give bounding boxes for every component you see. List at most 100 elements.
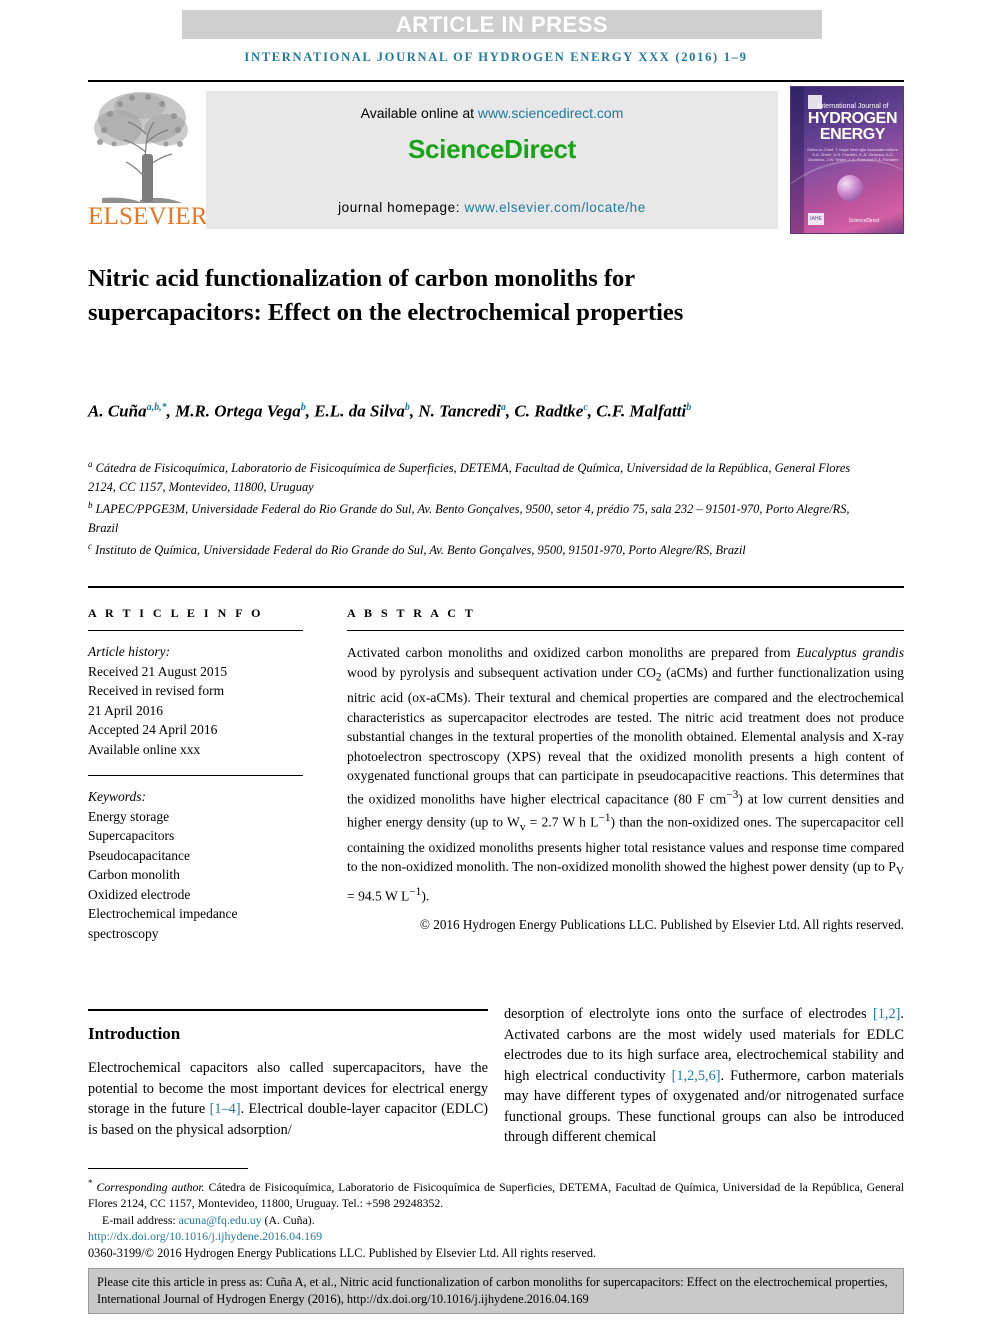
- keyword-item: Carbon monolith: [88, 867, 180, 882]
- abstract-superscript: −1: [598, 812, 611, 824]
- abstract-part: = 2.7 W h L: [525, 814, 599, 830]
- author-affiliation-marks: a: [500, 402, 506, 413]
- author-affiliation-marks: c: [583, 402, 588, 413]
- affiliation-text: Instituto de Química, Universidade Feder…: [95, 543, 746, 558]
- article-title: Nitric acid functionalization of carbon …: [88, 265, 684, 326]
- corresponding-author-label: Corresponding author.: [96, 1179, 205, 1194]
- author-list: A. Cuñaa,b,*, M.R. Ortega Vegab, E.L. da…: [88, 401, 692, 421]
- author-name: N. Tancredi: [418, 401, 501, 421]
- introduction-left-column: Introduction Electrochemical capacitors …: [88, 1016, 488, 1140]
- cover-editors: Editor-in-Chief: T. Nejat Veziroğlu Asso…: [807, 147, 899, 162]
- keyword-item: Energy storage: [88, 808, 170, 824]
- elsevier-tree-icon: [90, 88, 190, 204]
- email-label: E-mail address:: [102, 1212, 179, 1227]
- abstract-part: ).: [421, 888, 430, 904]
- introduction-paragraph-left: Electrochemical capacitors also called s…: [88, 1058, 488, 1140]
- issn-copyright-line: 0360-3199/© 2016 Hydrogen Energy Publica…: [88, 1245, 597, 1260]
- author-affiliation-marks: b: [686, 402, 692, 413]
- cover-sphere-graphic: [837, 175, 863, 201]
- abstract-column: A B S T R A C T Activated carbon monolit…: [347, 606, 904, 934]
- article-history-label: Article history:: [88, 644, 171, 659]
- abstract-superscript: −3: [726, 788, 739, 801]
- available-online-line: Available online at www.sciencedirect.co…: [206, 105, 778, 121]
- abstract-rule: [347, 630, 904, 631]
- intro-text: desorption of electrolyte ions onto the …: [504, 1006, 874, 1022]
- history-item: Received 21 August 2015: [88, 663, 228, 679]
- affiliation-text: Cátedra de Fisicoquímica, Laboratorio de…: [88, 461, 851, 494]
- cover-sciencedirect-label: ScienceDirect: [848, 218, 880, 224]
- introduction-top-rule: [88, 1009, 488, 1011]
- abstract-part: = 94.5 W L: [347, 888, 410, 904]
- elsevier-wordmark: ELSEVIER: [88, 203, 208, 230]
- keyword-item: Pseudocapacitance: [88, 847, 190, 863]
- abstract-superscript: −1: [409, 885, 422, 898]
- introduction-right-column: desorption of electrolyte ions onto the …: [504, 1004, 904, 1148]
- article-info-heading: A R T I C L E I N F O: [88, 606, 264, 620]
- affiliation-item: c Instituto de Química, Universidade Fed…: [88, 537, 878, 560]
- sciencedirect-box: Available online at www.sciencedirect.co…: [206, 91, 778, 229]
- footnote-block: * Corresponding author. Cátedra de Fisic…: [88, 1175, 904, 1261]
- abstract-species-name: Eucalyptus grandis: [796, 645, 904, 660]
- cite-this-article-text: Please cite this article in press as: Cu…: [97, 1275, 888, 1306]
- email-link[interactable]: acuna@fq.edu.uy: [179, 1213, 262, 1227]
- sciencedirect-wordmark: ScienceDirect: [407, 134, 577, 164]
- history-item: 21 April 2016: [88, 702, 164, 718]
- journal-homepage-prefix: journal homepage:: [338, 200, 465, 215]
- author-name: E.L. da Silva: [314, 401, 405, 421]
- author-affiliation-marks: a,b,*: [146, 402, 167, 413]
- corresponding-author-star: *: [88, 1178, 93, 1188]
- journal-homepage-link[interactable]: www.elsevier.com/locate/he: [464, 200, 645, 215]
- keyword-item: Electrochemical impedance: [88, 906, 238, 921]
- citation-link[interactable]: [1,2]: [873, 1006, 900, 1022]
- keywords-rule: [88, 775, 303, 776]
- available-online-prefix: Available online at: [360, 105, 478, 121]
- citation-link[interactable]: [1,2,5,6]: [672, 1068, 721, 1084]
- cover-imprint-badge: IAHE: [808, 213, 824, 225]
- affiliation-item: b LAPEC/PPGE3M, Universidade Federal do …: [88, 496, 878, 537]
- abstract-part: (aCMs) and further functionalization usi…: [347, 664, 904, 807]
- email-note: E-mail address: acuna@fq.edu.uy (A. Cuña…: [88, 1212, 904, 1229]
- affiliation-item: a Cátedra de Fisicoquímica, Laboratorio …: [88, 455, 878, 496]
- abstract-heading: A B S T R A C T: [347, 606, 476, 620]
- abstract-copyright: © 2016 Hydrogen Energy Publications LLC.…: [419, 916, 904, 932]
- journal-masthead: ELSEVIER Available online at www.science…: [88, 86, 904, 234]
- abstract-subscript: V: [895, 866, 904, 879]
- journal-running-head: INTERNATIONAL JOURNAL OF HYDROGEN ENERGY…: [244, 50, 748, 64]
- citation-link[interactable]: [1–4]: [210, 1101, 241, 1117]
- footnote-rule: [88, 1168, 248, 1169]
- author-affiliation-marks: b: [300, 402, 306, 413]
- article-in-press-banner: ARTICLE IN PRESS: [182, 10, 822, 39]
- corresponding-author-note: * Corresponding author. Cátedra de Fisic…: [88, 1175, 904, 1212]
- author-name: M.R. Ortega Vega: [175, 401, 301, 421]
- author-affiliation-marks: b: [404, 402, 410, 413]
- masthead-top-rule: [88, 80, 904, 82]
- doi-line: http://dx.doi.org/10.1016/j.ijhydene.201…: [88, 1228, 904, 1245]
- corresponding-author-address: Cátedra de Fisicoquímica, Laboratorio de…: [88, 1179, 904, 1211]
- abstract-part: Activated carbon monoliths and oxidized …: [347, 645, 797, 660]
- article-info-column: A R T I C L E I N F O Article history: R…: [88, 606, 303, 943]
- keyword-item: Oxidized electrode: [88, 886, 191, 902]
- info-block-top-rule: [88, 586, 904, 588]
- history-item: Received in revised form: [88, 683, 225, 698]
- keyword-item: spectroscopy: [88, 925, 159, 941]
- abstract-part: wood by pyrolysis and subsequent activat…: [347, 664, 656, 680]
- article-first-page: ARTICLE IN PRESS INTERNATIONAL JOURNAL O…: [0, 0, 992, 1323]
- keywords-label: Keywords:: [88, 789, 146, 804]
- history-item: Accepted 24 April 2016: [88, 722, 218, 737]
- article-in-press-label: ARTICLE IN PRESS: [395, 11, 609, 37]
- sciencedirect-url-link[interactable]: www.sciencedirect.com: [478, 105, 624, 121]
- affiliation-marker: b: [88, 500, 93, 511]
- author-name: A. Cuña: [88, 401, 147, 421]
- author-name: C.F. Malfatti: [596, 401, 687, 421]
- introduction-heading: Introduction: [88, 1024, 181, 1043]
- keyword-item: Supercapacitors: [88, 828, 175, 843]
- cover-title-line1: International Journal of: [817, 103, 889, 110]
- keywords-block: Keywords: Energy storage Supercapacitors…: [88, 787, 303, 943]
- introduction-paragraph-right: desorption of electrolyte ions onto the …: [504, 1004, 904, 1148]
- affiliation-list: a Cátedra de Fisicoquímica, Laboratorio …: [88, 455, 878, 560]
- abstract-body: Activated carbon monoliths and oxidized …: [347, 643, 904, 906]
- elsevier-logo: ELSEVIER: [88, 86, 208, 234]
- article-history-block: Article history: Received 21 August 2015…: [88, 642, 303, 759]
- author-name: C. Radtke: [514, 401, 584, 421]
- doi-link[interactable]: http://dx.doi.org/10.1016/j.ijhydene.201…: [88, 1229, 322, 1243]
